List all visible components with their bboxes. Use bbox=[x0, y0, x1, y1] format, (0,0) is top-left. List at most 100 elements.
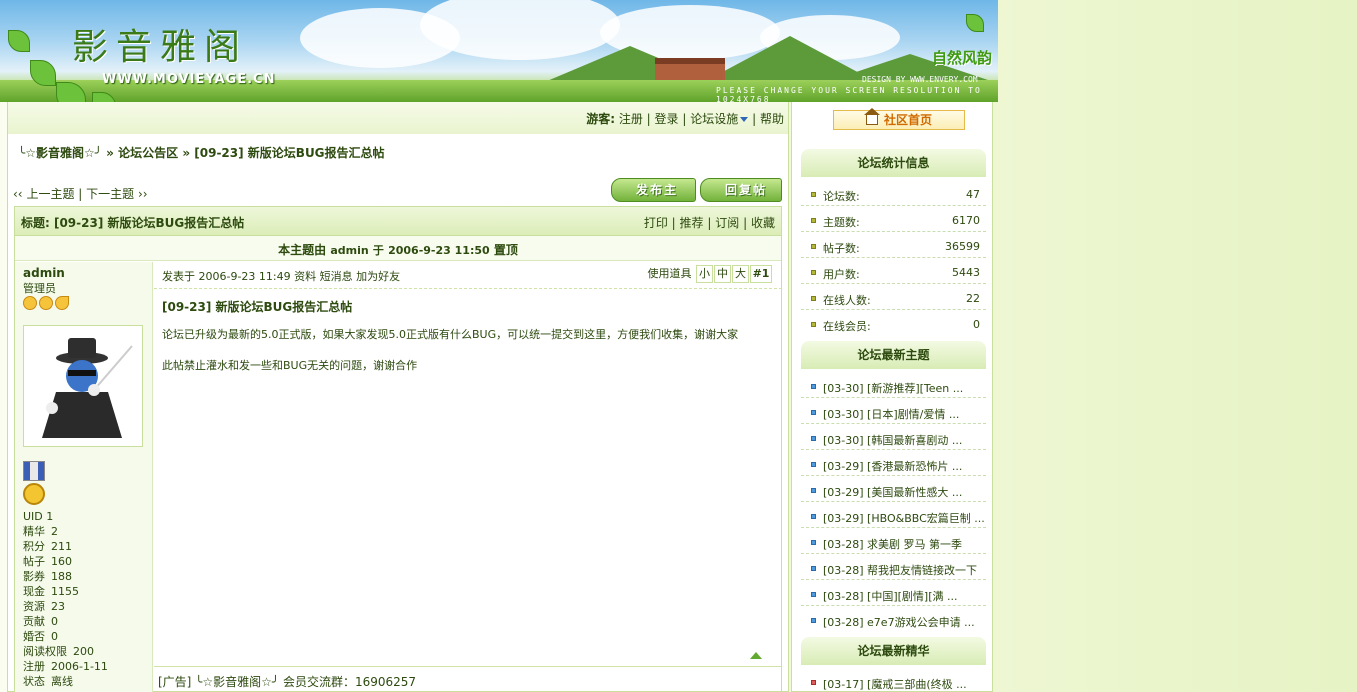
post-title: [09-23] 新版论坛BUG报告汇总帖 bbox=[162, 300, 353, 314]
recommend-link[interactable]: 推荐 bbox=[680, 216, 704, 230]
print-link[interactable]: 打印 bbox=[644, 216, 668, 230]
stats-label: 帖子数: bbox=[823, 242, 860, 255]
latest-topic-link[interactable]: [03-28] [中国][剧情][满 ... bbox=[823, 590, 958, 603]
bullet-icon bbox=[811, 270, 816, 275]
latest-topic-item[interactable]: [03-29] [香港最新恐怖片 ... bbox=[801, 450, 986, 476]
latest-topic-item[interactable]: [03-28] [中国][剧情][满 ... bbox=[801, 580, 986, 606]
home-icon bbox=[863, 108, 880, 125]
latest-topic-link[interactable]: [03-30] [新游推荐][Teen ... bbox=[823, 382, 963, 395]
bullet-icon bbox=[811, 462, 816, 467]
poster-name[interactable]: admin bbox=[23, 266, 65, 280]
user-bar: 游客: 注册 | 登录 | 论坛设施 | 帮助 bbox=[8, 102, 788, 134]
bullet-icon bbox=[811, 514, 816, 519]
stat-value: 1 bbox=[46, 510, 54, 523]
latest-topic-link[interactable]: [03-28] 求美剧 罗马 第一季 bbox=[823, 538, 962, 551]
stat-label: 现金 bbox=[23, 585, 45, 598]
help-link[interactable]: 帮助 bbox=[760, 112, 784, 126]
latest-topic-link[interactable]: [03-28] 帮我把友情链接改一下 bbox=[823, 564, 977, 577]
author-link[interactable]: admin bbox=[330, 244, 368, 257]
stat-value: 200 bbox=[73, 645, 94, 658]
profile-link[interactable]: 资料 bbox=[294, 270, 316, 283]
post-tools: 使用道具 小中大 #1 bbox=[648, 265, 772, 283]
digest-link[interactable]: [03-17] [魔戒三部曲(终极 ... bbox=[823, 678, 967, 691]
latest-topic-item[interactable]: [03-28] e7e7游戏公会申请 ... bbox=[801, 606, 986, 632]
topic-author-line: 本主题由 admin 于 2006-9-23 11:50 置顶 bbox=[15, 236, 781, 261]
latest-topic-item[interactable]: [03-28] 求美剧 罗马 第一季 bbox=[801, 528, 986, 554]
caret-down-icon bbox=[740, 117, 749, 122]
breadcrumb-thread[interactable]: [09-23] 新版论坛BUG报告汇总帖 bbox=[194, 146, 384, 160]
latest-topic-link[interactable]: [03-29] [香港最新恐怖片 ... bbox=[823, 460, 962, 473]
stat-label: 婚否 bbox=[23, 630, 45, 643]
leaf-icon bbox=[8, 30, 30, 52]
latest-topic-item[interactable]: [03-30] [日本]剧情/爱情 ... bbox=[801, 398, 986, 424]
stat-row: 积分 211 bbox=[23, 539, 144, 554]
post-content: 发表于 2006-9-23 11:49 资料 短消息 加为好友 使用道具 小中大… bbox=[154, 262, 782, 692]
latest-topic-link[interactable]: [03-29] [HBO&BBC宏篇巨制 ... bbox=[823, 512, 985, 525]
pm-link[interactable]: 短消息 bbox=[320, 270, 353, 283]
post-meta: 发表于 2006-9-23 11:49 资料 短消息 加为好友 使用道具 小中大… bbox=[154, 262, 782, 289]
stat-value: 23 bbox=[51, 600, 65, 613]
bullet-icon bbox=[811, 618, 816, 623]
thread-title-bar: 打印 | 推荐 | 订阅 | 收藏 标题: [09-23] 新版论坛BUG报告汇… bbox=[15, 207, 781, 236]
digest-item[interactable]: [03-17] [魔戒三部曲(终极 ... bbox=[801, 668, 986, 692]
separator: | bbox=[743, 216, 748, 230]
stats-value: 36599 bbox=[945, 240, 980, 253]
font-large-button[interactable]: 大 bbox=[732, 265, 749, 283]
back-to-top-icon[interactable] bbox=[750, 652, 762, 659]
author-prefix: 本主题由 bbox=[278, 243, 327, 257]
breadcrumb-home[interactable]: ╰☆影音雅阁☆╯ bbox=[18, 146, 102, 160]
latest-topic-item[interactable]: [03-29] [美国最新性感大 ... bbox=[801, 476, 986, 502]
bullet-icon bbox=[811, 244, 816, 249]
zorro-avatar-icon bbox=[42, 338, 133, 438]
stats-row: 在线会员: 0 bbox=[801, 310, 986, 336]
login-link[interactable]: 登录 bbox=[655, 112, 679, 126]
stat-label: 状态 bbox=[23, 675, 45, 688]
latest-topic-item[interactable]: [03-30] [新游推荐][Teen ... bbox=[801, 372, 986, 398]
reply-button[interactable]: 回复帖子 bbox=[700, 178, 782, 219]
bullet-icon bbox=[811, 540, 816, 545]
breadcrumb-section[interactable]: 论坛公告区 bbox=[118, 146, 178, 160]
community-home-button[interactable]: 社区首页 bbox=[833, 108, 965, 130]
stat-row: 影券 188 bbox=[23, 569, 144, 584]
stat-row: 阅读权限 200 bbox=[23, 644, 144, 659]
latest-topic-link[interactable]: [03-30] [韩国最新喜剧动 ... bbox=[823, 434, 962, 447]
poster-stats: UID 1 精华 2 积分 211 帖子 160 影券 188 现金 1155 资源 23 … bbox=[23, 509, 144, 689]
latest-topic-link[interactable]: [03-29] [美国最新性感大 ... bbox=[823, 486, 962, 499]
add-friend-link[interactable]: 加为好友 bbox=[356, 270, 400, 283]
site-logo[interactable]: 影音雅阁 bbox=[72, 18, 248, 70]
forum-tools-label: 论坛设施 bbox=[690, 112, 739, 126]
separator: | bbox=[682, 112, 687, 126]
use-tool-link[interactable]: 使用道具 bbox=[648, 267, 692, 280]
next-arrow-icon: ›› bbox=[138, 187, 148, 201]
latest-topic-link[interactable]: [03-28] e7e7游戏公会申请 ... bbox=[823, 616, 975, 629]
bullet-icon bbox=[811, 218, 816, 223]
prev-topic-link[interactable]: 上一主题 bbox=[26, 187, 74, 201]
latest-topics-header: 论坛最新主题 bbox=[801, 341, 986, 369]
latest-topic-item[interactable]: [03-29] [HBO&BBC宏篇巨制 ... bbox=[801, 502, 986, 528]
floor-number[interactable]: #1 bbox=[750, 265, 772, 283]
stat-value: 0 bbox=[51, 630, 58, 643]
latest-topic-item[interactable]: [03-30] [韩国最新喜剧动 ... bbox=[801, 424, 986, 450]
stats-list: 论坛数: 47 主题数: 6170 帖子数: 36599 用户数: 5443 在线人数:… bbox=[801, 180, 986, 336]
bullet-icon bbox=[811, 488, 816, 493]
latest-topic-link[interactable]: [03-30] [日本]剧情/爱情 ... bbox=[823, 408, 959, 421]
stats-label: 在线人数: bbox=[823, 294, 871, 307]
ad-line[interactable]: [广告] ╰☆影音雅阁☆╯ 会员交流群：16906257 bbox=[154, 666, 782, 692]
font-medium-button[interactable]: 中 bbox=[714, 265, 731, 283]
stat-row: 资源 23 bbox=[23, 599, 144, 614]
stats-label: 论坛数: bbox=[823, 190, 860, 203]
stat-label: 影券 bbox=[23, 570, 45, 583]
next-topic-link[interactable]: 下一主题 bbox=[86, 187, 134, 201]
favorite-link[interactable]: 收藏 bbox=[751, 216, 775, 230]
register-link[interactable]: 注册 bbox=[619, 112, 643, 126]
leaf-icon bbox=[966, 14, 984, 32]
latest-topic-item[interactable]: [03-28] 帮我把友情链接改一下 bbox=[801, 554, 986, 580]
author-date: 2006-9-23 11:50 bbox=[388, 244, 490, 257]
stats-label: 用户数: bbox=[823, 268, 860, 281]
subscribe-link[interactable]: 订阅 bbox=[715, 216, 739, 230]
stat-row: 精华 2 bbox=[23, 524, 144, 539]
font-small-button[interactable]: 小 bbox=[696, 265, 713, 283]
forum-tools-menu[interactable]: 论坛设施 bbox=[690, 112, 749, 126]
post-body: 论坛已升级为最新的5.0正式版，如果大家发现5.0正式版有什么BUG，可以统一提… bbox=[162, 328, 739, 341]
new-topic-button[interactable]: 发布主题 bbox=[611, 178, 696, 219]
